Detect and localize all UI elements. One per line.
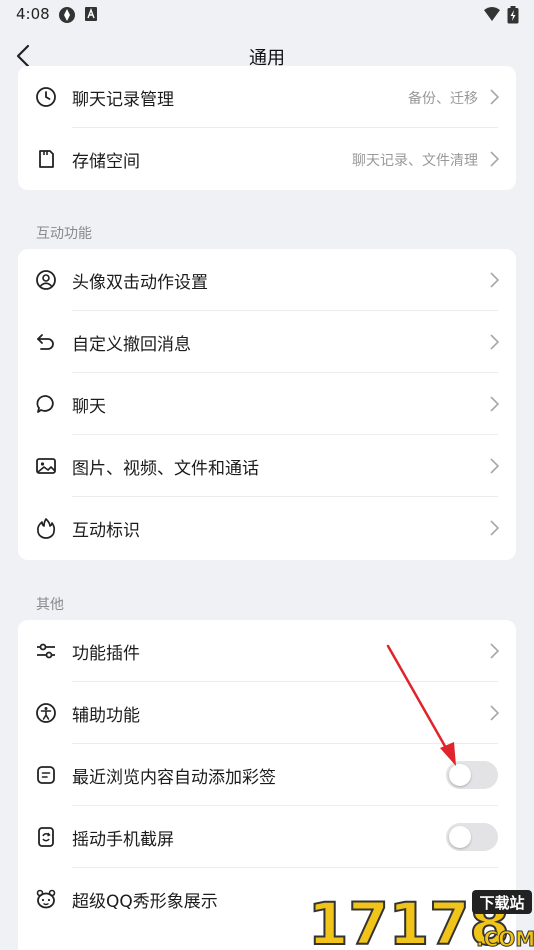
chat-bubble-icon xyxy=(36,395,54,413)
section-title-interact: 互动功能 xyxy=(36,226,92,242)
storage-space-row[interactable]: 存储空间 聊天记录、文件清理 xyxy=(18,128,516,190)
watermark-domain: .COM xyxy=(476,927,534,950)
chevron-right-icon xyxy=(490,89,500,105)
annotation-arrow-icon xyxy=(386,644,456,766)
custom-recall-row[interactable]: 自定义撤回消息 xyxy=(18,311,516,373)
section-title-other: 其他 xyxy=(36,597,64,613)
battery-icon xyxy=(507,6,519,24)
row-label: 存储空间 xyxy=(72,152,140,172)
row-label: 辅助功能 xyxy=(72,706,140,726)
row-value: 备份、迁移 xyxy=(408,91,478,107)
row-label: 聊天记录管理 xyxy=(72,90,174,110)
interaction-badge-row[interactable]: 互动标识 xyxy=(18,497,516,559)
sliders-icon xyxy=(37,643,55,659)
row-label: 图片、视频、文件和通话 xyxy=(72,459,259,479)
undo-icon xyxy=(37,334,54,350)
chevron-right-icon xyxy=(490,520,500,536)
row-label: 聊天 xyxy=(72,397,106,417)
row-label: 互动标识 xyxy=(72,521,140,541)
storage-card-icon xyxy=(39,150,54,168)
chevron-right-icon xyxy=(490,396,500,412)
flame-icon xyxy=(36,518,56,539)
wifi-icon xyxy=(484,7,500,21)
shake-phone-icon xyxy=(38,827,54,847)
chevron-right-icon xyxy=(490,458,500,474)
app-notification-icon xyxy=(59,7,75,23)
status-bar: 4:08 xyxy=(0,0,534,30)
media-files-calls-row[interactable]: 图片、视频、文件和通话 xyxy=(18,435,516,497)
row-label: 超级QQ秀形象展示 xyxy=(72,892,218,912)
chevron-right-icon xyxy=(490,272,500,288)
qq-show-icon xyxy=(36,889,56,909)
watermark-logo: 17178 下载站 .COM xyxy=(307,889,534,950)
note-tag-icon xyxy=(37,766,55,784)
chat-history-management-row[interactable]: 聊天记录管理 备份、迁移 xyxy=(18,66,516,128)
chevron-right-icon xyxy=(490,643,500,659)
watermark-badge: 下载站 xyxy=(479,894,524,912)
row-label: 摇动手机截屏 xyxy=(72,830,174,850)
interact-card: 头像双击动作设置 自定义撤回消息 聊天 图片、视频、文件和通话 互动标识 xyxy=(18,249,516,560)
avatar-double-tap-row[interactable]: 头像双击动作设置 xyxy=(18,249,516,311)
shake-screenshot-row: 摇动手机截屏 xyxy=(18,806,516,868)
row-label: 功能插件 xyxy=(72,644,140,664)
notification-a-icon xyxy=(85,7,97,21)
chevron-right-icon xyxy=(490,151,500,167)
shake-screenshot-toggle[interactable] xyxy=(446,823,498,851)
storage-card: 聊天记录管理 备份、迁移 存储空间 聊天记录、文件清理 xyxy=(18,66,516,190)
status-time: 4:08 xyxy=(16,5,50,23)
avatar-icon xyxy=(36,270,56,290)
chat-row[interactable]: 聊天 xyxy=(18,373,516,435)
row-label: 自定义撤回消息 xyxy=(72,335,191,355)
row-label: 最近浏览内容自动添加彩签 xyxy=(72,768,276,788)
image-icon xyxy=(36,458,56,474)
chevron-right-icon xyxy=(490,705,500,721)
clock-icon xyxy=(36,87,56,107)
row-label: 头像双击动作设置 xyxy=(72,273,208,293)
accessibility-icon xyxy=(36,703,56,723)
row-value: 聊天记录、文件清理 xyxy=(352,153,478,169)
toggle-knob xyxy=(449,826,471,848)
chevron-right-icon xyxy=(490,334,500,350)
